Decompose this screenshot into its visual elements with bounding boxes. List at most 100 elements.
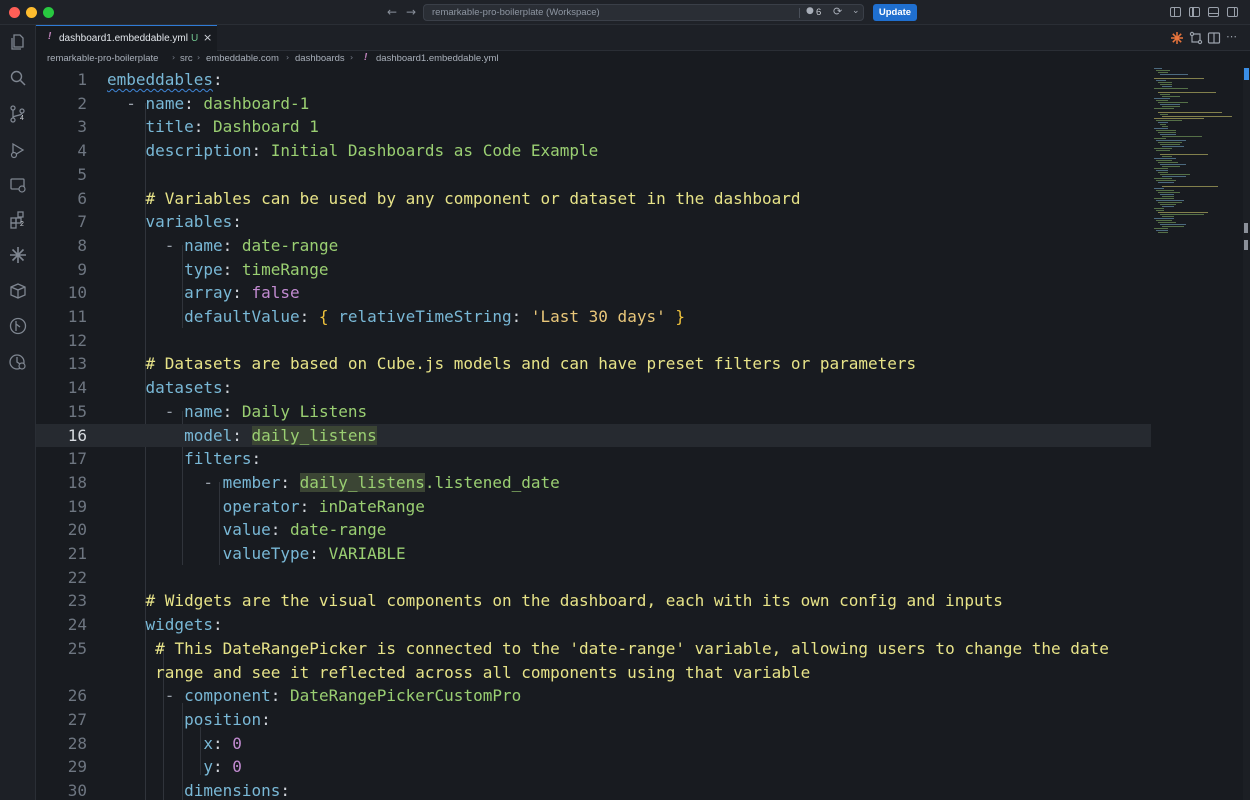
breadcrumb-item-workspace[interactable]: remarkable-pro-boilerplate: [47, 53, 158, 64]
minimize-window-button[interactable]: [26, 7, 37, 18]
code-line[interactable]: 30 dimensions:: [36, 779, 1151, 800]
code-line[interactable]: 26 - component: DateRangePickerCustomPro: [36, 684, 1151, 708]
source-control-item[interactable]: 4: [8, 104, 28, 124]
toggle-primary-sidebar-icon[interactable]: [1189, 7, 1200, 17]
breadcrumb-item-dashboards[interactable]: dashboards: [295, 53, 345, 64]
search-icon[interactable]: [8, 68, 28, 88]
minimap-line: [1162, 106, 1180, 107]
code-line[interactable]: 7 variables:: [36, 210, 1151, 234]
minimap-line: [1154, 98, 1170, 99]
code-line[interactable]: 24 widgets:: [36, 613, 1151, 637]
customize-layout-icon[interactable]: [1170, 7, 1181, 17]
minimap-line: [1160, 74, 1188, 75]
code-line-current[interactable]: 16 model: daily_listens: [36, 423, 1151, 448]
code-line-wrapped[interactable]: range and see it reflected across all co…: [36, 661, 1151, 685]
code-line[interactable]: 13 # Datasets are based on Cube.js model…: [36, 352, 1151, 376]
chevron-down-icon[interactable]: ⌄: [852, 6, 860, 16]
minimap-line: [1154, 208, 1164, 209]
code-line[interactable]: 15 - name: Daily Listens: [36, 400, 1151, 424]
code-line[interactable]: 20 value: date-range: [36, 518, 1151, 542]
run-debug-icon[interactable]: [8, 140, 28, 160]
git-graph-icon[interactable]: [8, 316, 28, 336]
timeline-icon[interactable]: [8, 352, 28, 372]
breadcrumb-item-embeddable-com[interactable]: embeddable.com: [206, 53, 279, 64]
back-arrow-icon[interactable]: ←: [387, 5, 397, 19]
line-number: 27: [67, 709, 87, 729]
minimap[interactable]: [1150, 68, 1242, 248]
code-line[interactable]: 10 array: false: [36, 281, 1151, 305]
minimap-line: [1158, 222, 1176, 223]
minimap-line: [1162, 126, 1168, 127]
sync-icon[interactable]: ⟳: [833, 5, 842, 18]
code-line[interactable]: 2 - name: dashboard-1: [36, 92, 1151, 116]
command-center[interactable]: remarkable-pro-boilerplate (Workspace) ●…: [423, 4, 864, 21]
code-line[interactable]: 11 defaultValue: { relativeTimeString: '…: [36, 305, 1151, 329]
split-editor-icon[interactable]: [1207, 31, 1221, 45]
more-actions-icon[interactable]: ⋯: [1226, 30, 1237, 43]
breadcrumb-item-src[interactable]: src: [180, 53, 193, 64]
minimap-line: [1158, 112, 1222, 113]
code-line[interactable]: 19 operator: inDateRange: [36, 495, 1151, 519]
box-icon[interactable]: [8, 281, 28, 301]
yaml-value: dashboard-1: [203, 93, 310, 113]
yaml-key: name: [184, 401, 223, 421]
line-number: 4: [77, 141, 87, 161]
code-line[interactable]: 14 datasets:: [36, 376, 1151, 400]
line-number: 7: [77, 212, 87, 232]
code-line[interactable]: 28 x: 0: [36, 732, 1151, 756]
extensions-item[interactable]: 2: [8, 210, 28, 230]
changes-dot-icon: ●: [806, 6, 814, 16]
code-line[interactable]: 17 filters:: [36, 447, 1151, 471]
line-number: 13: [67, 354, 87, 374]
code-line[interactable]: 6 # Variables can be used by any compone…: [36, 187, 1151, 211]
breadcrumb-separator: ›: [172, 53, 176, 62]
tab-dashboard1-embeddable-yml[interactable]: ! dashboard1.embeddable.yml U ×: [36, 25, 217, 51]
spark-action-icon[interactable]: [1170, 31, 1184, 45]
code-line[interactable]: 29 y: 0: [36, 755, 1151, 779]
minimap-line: [1154, 108, 1174, 109]
spark-icon[interactable]: [8, 245, 28, 265]
code-line[interactable]: 1 embeddables:: [36, 68, 1151, 92]
toggle-secondary-sidebar-icon[interactable]: [1227, 7, 1238, 17]
minimap-line: [1154, 78, 1204, 79]
toggle-panel-icon[interactable]: [1208, 7, 1219, 17]
vertical-scrollbar[interactable]: [1243, 68, 1250, 800]
code-line[interactable]: 21 valueType: VARIABLE: [36, 542, 1151, 566]
maximize-window-button[interactable]: [43, 7, 54, 18]
code-line[interactable]: 4 description: Initial Dashboards as Cod…: [36, 139, 1151, 163]
tab-label: dashboard1.embeddable.yml: [59, 33, 188, 44]
code-line[interactable]: 27 position:: [36, 708, 1151, 732]
minimap-line: [1162, 96, 1180, 97]
code-line[interactable]: 23 # Widgets are the visual components o…: [36, 589, 1151, 613]
minimap-line: [1158, 182, 1174, 183]
minimap-line: [1158, 142, 1182, 143]
yaml-key: component: [184, 686, 271, 706]
code-line[interactable]: 25 # This DateRangePicker is connected t…: [36, 637, 1151, 661]
forward-arrow-icon[interactable]: →: [406, 5, 416, 19]
breadcrumb-item-file[interactable]: dashboard1.embeddable.yml: [376, 53, 499, 64]
line-number: 10: [67, 283, 87, 303]
line-number: 15: [67, 401, 87, 421]
yaml-comment: # Variables can be used by any component…: [145, 188, 801, 208]
minimap-line: [1156, 100, 1168, 101]
yaml-key: name: [145, 93, 185, 113]
code-line[interactable]: 22: [36, 566, 1151, 590]
minimap-line: [1162, 116, 1232, 117]
code-editor[interactable]: 1 embeddables: 2 - name: dashboard-1 3 ti…: [36, 68, 1250, 800]
update-button[interactable]: Update: [873, 4, 917, 21]
code-line[interactable]: 3 title: Dashboard 1: [36, 115, 1151, 139]
code-line[interactable]: 9 type: timeRange: [36, 258, 1151, 282]
close-window-button[interactable]: [9, 7, 20, 18]
remote-explorer-icon[interactable]: [8, 175, 28, 195]
compare-changes-icon[interactable]: [1189, 31, 1203, 45]
close-tab-icon[interactable]: ×: [203, 31, 212, 44]
explorer-icon[interactable]: [8, 32, 28, 52]
code-line[interactable]: 18 - member: daily_listens.listened_date: [36, 471, 1151, 495]
code-line[interactable]: 12: [36, 329, 1151, 353]
scrollbar-thumb[interactable]: [1244, 68, 1249, 80]
yaml-key: dimensions: [184, 781, 281, 800]
yaml-value-highlighted: daily_listens: [299, 472, 425, 492]
code-line[interactable]: 8 - name: date-range: [36, 234, 1151, 258]
line-number: 11: [67, 307, 87, 326]
code-line[interactable]: 5: [36, 163, 1151, 187]
